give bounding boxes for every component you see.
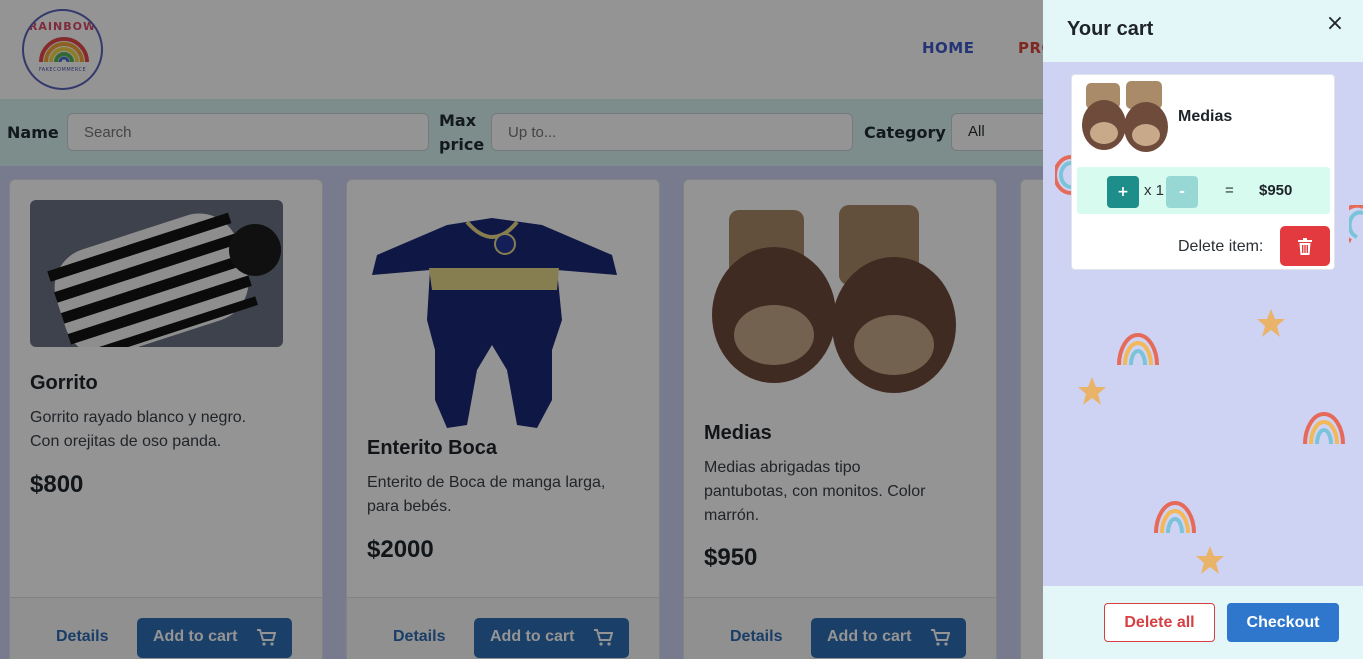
cart-item: Medias + x 1 - = $950 Delete item: [1071,74,1335,270]
checkout-button[interactable]: Checkout [1227,603,1339,642]
cart-title: Your cart [1067,18,1154,40]
star-decoration-icon [1257,309,1285,337]
delete-all-button[interactable]: Delete all [1104,603,1215,642]
cart-drawer: Your cart × Medias + x 1 - = $950 Delete… [1043,0,1363,659]
increase-quantity-button[interactable]: + [1107,176,1139,208]
cart-item-name: Medias [1178,108,1233,125]
close-icon[interactable]: × [1325,13,1345,35]
rainbow-decoration-icon [1349,205,1363,243]
cart-footer: Delete all Checkout [1043,586,1363,659]
cart-header: Your cart × [1043,0,1363,62]
decrease-quantity-button[interactable]: - [1166,176,1198,208]
cart-item-image [1082,81,1168,152]
star-decoration-icon [1078,377,1106,405]
rainbow-decoration-icon [1303,412,1345,445]
trash-icon [1298,238,1312,255]
delete-item-button[interactable] [1280,226,1330,266]
cart-item-subtotal: $950 [1259,182,1293,199]
equals-sign: = [1225,182,1234,199]
star-decoration-icon [1196,546,1224,574]
quantity-value: x 1 [1144,182,1165,199]
rainbow-decoration-icon [1117,333,1159,366]
delete-item-label: Delete item: [1178,238,1264,255]
cart-item-quantity-row: + x 1 - = $950 [1077,167,1330,214]
rainbow-decoration-icon [1154,501,1196,534]
